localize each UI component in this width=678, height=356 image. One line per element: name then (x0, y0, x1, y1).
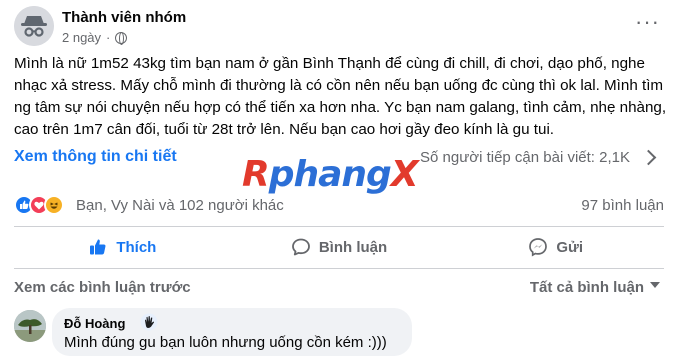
like-button[interactable]: Thích (14, 229, 231, 265)
messenger-icon (528, 237, 548, 257)
post-timestamp[interactable]: 2 ngày (62, 30, 101, 45)
reactors-text[interactable]: Bạn, Vy Nài và 102 người khác (76, 197, 284, 214)
comment-filter-dropdown[interactable]: Tất cả bình luận (530, 279, 644, 296)
tree-photo-icon (14, 310, 46, 342)
post-options-button[interactable]: ··· (635, 11, 660, 33)
commenter-avatar[interactable] (14, 310, 46, 342)
post-reach-count[interactable]: Số người tiếp cận bài viết: 2,1K (420, 149, 630, 166)
reaction-icons[interactable] (14, 195, 80, 215)
comments-controls: Xem các bình luận trước Tất cả bình luận (14, 276, 664, 300)
reactions-summary: Bạn, Vy Nài và 102 người khác 97 bình lu… (14, 192, 664, 218)
meta-separator: · (106, 30, 111, 45)
globe-icon (115, 31, 128, 45)
like-button-label: Thích (116, 238, 157, 256)
comment-button-label: Bình luận (318, 238, 388, 256)
commenter-name[interactable]: Đỗ Hoàng (64, 316, 125, 331)
comment-button[interactable]: Bình luận (231, 229, 448, 265)
see-details-link[interactable]: Xem thông tin chi tiết (14, 148, 177, 166)
thumbs-up-icon (88, 237, 108, 257)
incognito-icon (14, 6, 54, 46)
watermark-r: R (242, 154, 270, 195)
chevron-right-icon[interactable] (640, 149, 657, 166)
comment-count[interactable]: 97 bình luận (581, 197, 664, 214)
anonymous-member-avatar[interactable] (14, 6, 54, 46)
divider (14, 226, 664, 227)
post-header: Thành viên nhóm 2 ngày · ··· (14, 6, 664, 50)
post-body-text: Mình là nữ 1m52 43kg tìm bạn nam ở gần B… (14, 55, 667, 138)
comment-item: Đỗ Hoàng Mình đúng gu bạn luôn nhưng uốn… (14, 308, 664, 356)
post-action-bar: Thích Bình luận Gửi (14, 229, 664, 265)
comment-bubble: Đỗ Hoàng Mình đúng gu bạn luôn nhưng uốn… (52, 308, 412, 356)
watermark-logo: RphangX (242, 154, 419, 195)
watermark-x: X (390, 154, 419, 195)
haha-icon (44, 195, 64, 215)
caret-down-icon[interactable] (650, 282, 660, 288)
comment-icon (291, 237, 311, 257)
wave-hand-icon (140, 313, 158, 331)
comment-text: Mình đúng gu bạn luôn nhưng uống cồn kém… (64, 334, 387, 351)
post-meta: 2 ngày · (62, 30, 128, 45)
view-previous-comments-link[interactable]: Xem các bình luận trước (14, 279, 191, 296)
watermark-middle: phang (268, 154, 392, 195)
post-author-name[interactable]: Thành viên nhóm (62, 9, 186, 26)
send-button[interactable]: Gửi (447, 229, 664, 265)
divider (14, 268, 664, 269)
send-button-label: Gửi (556, 238, 584, 256)
